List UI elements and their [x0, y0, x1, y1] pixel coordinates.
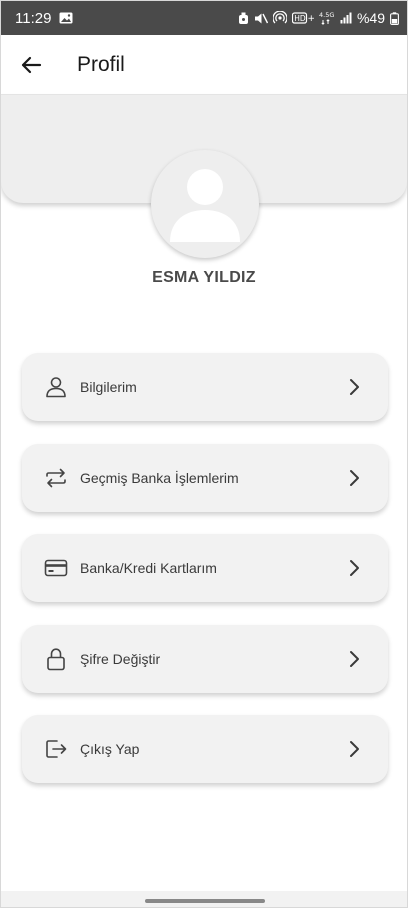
menu-item-label: Geçmiş Banka İşlemlerim [80, 470, 239, 486]
battery-percent: %49 [356, 10, 385, 26]
svg-text:HD: HD [294, 14, 306, 23]
credit-card-icon [43, 555, 69, 581]
page-title: Profil [77, 52, 125, 76]
phone-screen: 11:29 HD 4.5G %49 Profil ESMA YILDIZ Bil… [0, 0, 408, 908]
app-bar: Profil [1, 35, 407, 95]
battery-icon [390, 11, 399, 25]
arrow-left-icon [21, 56, 42, 73]
menu-item-label: Şifre Değiştir [80, 651, 161, 667]
user-name: ESMA YILDIZ [152, 269, 256, 286]
avatar [151, 150, 259, 258]
hd-call-icon: HD + [291, 12, 314, 24]
network-type-icon: 4.5G [319, 11, 335, 25]
user-icon [43, 374, 69, 400]
chevron-right-icon [342, 737, 366, 761]
system-nav-bar [1, 891, 407, 907]
alarm-icon [238, 12, 249, 25]
network-type-text: 4.5G [319, 11, 334, 19]
mute-icon [254, 12, 268, 25]
hotspot-icon [272, 11, 287, 25]
transfer-icon [43, 465, 69, 491]
menu-item-cikis-yap[interactable]: Çıkış Yap [22, 715, 388, 783]
home-gesture-handle[interactable] [145, 899, 265, 903]
status-left: 11:29 [15, 10, 73, 27]
chevron-right-icon [342, 556, 366, 580]
menu-item-label: Çıkış Yap [80, 741, 140, 757]
chevron-right-icon [342, 375, 366, 399]
gallery-icon [59, 12, 73, 24]
menu-item-bilgilerim[interactable]: Bilgilerim [22, 353, 388, 421]
signal-icon [340, 12, 352, 24]
menu-item-label: Banka/Kredi Kartlarım [80, 560, 217, 576]
back-button[interactable] [11, 45, 51, 85]
status-bar: 11:29 HD 4.5G %49 [1, 1, 407, 35]
chevron-right-icon [342, 466, 366, 490]
menu-item-label: Bilgilerim [80, 379, 137, 395]
menu-item-gecmis-banka-islemlerim[interactable]: Geçmiş Banka İşlemlerim [22, 444, 388, 512]
menu-item-sifre-degistir[interactable]: Şifre Değiştir [22, 625, 388, 693]
user-placeholder-icon [170, 169, 240, 242]
svg-text:+: + [307, 14, 314, 24]
status-time: 11:29 [15, 9, 52, 27]
lock-icon [43, 646, 69, 672]
chevron-right-icon [342, 647, 366, 671]
logout-icon [43, 736, 69, 762]
status-right: HD + 4.5G %49 [238, 10, 399, 26]
menu-item-banka-kredi-kartlarim[interactable]: Banka/Kredi Kartlarım [22, 534, 388, 602]
